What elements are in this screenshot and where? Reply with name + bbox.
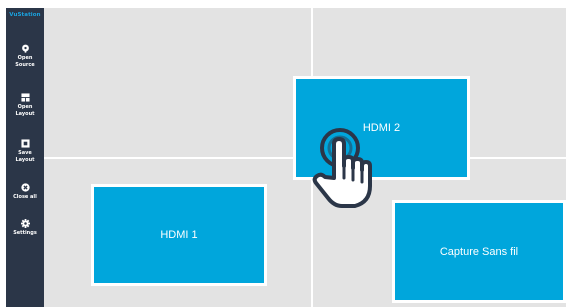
- open-source-label-2: Source: [15, 62, 35, 68]
- open-layout-label-2: Layout: [15, 111, 35, 117]
- close-all-button[interactable]: Close all: [6, 183, 44, 201]
- open-source-label-1: Open: [17, 55, 33, 61]
- source-icon: [21, 44, 29, 53]
- source-label: HDMI 2: [362, 122, 401, 134]
- settings-label: Settings: [13, 230, 37, 236]
- layout-icon: [20, 93, 30, 102]
- source-window-capture-sans-fil[interactable]: Capture Sans fil: [392, 200, 566, 303]
- sidebar: VuStation Open Source Open Layout Save L…: [6, 8, 44, 307]
- save-icon: [20, 139, 30, 148]
- settings-button[interactable]: Settings: [6, 219, 44, 237]
- layout-canvas[interactable]: HDMI 2 HDMI 1 Capture Sans fil: [44, 8, 566, 307]
- source-window-hdmi-2[interactable]: HDMI 2: [293, 76, 470, 180]
- open-source-button[interactable]: Open Source: [6, 44, 44, 69]
- open-layout-label-1: Open: [17, 104, 33, 110]
- gear-icon: [20, 219, 30, 228]
- save-layout-button[interactable]: Save Layout: [6, 139, 44, 164]
- source-label: HDMI 1: [160, 229, 198, 241]
- source-label: Capture Sans fil: [439, 245, 519, 258]
- close-all-label: Close all: [13, 194, 37, 200]
- close-circle-icon: [20, 183, 30, 192]
- open-layout-button[interactable]: Open Layout: [6, 93, 44, 118]
- brand-logo: VuStation: [9, 12, 41, 18]
- save-layout-label-2: Layout: [15, 157, 35, 163]
- save-layout-label-1: Save: [18, 150, 32, 156]
- source-window-hdmi-1[interactable]: HDMI 1: [91, 184, 267, 286]
